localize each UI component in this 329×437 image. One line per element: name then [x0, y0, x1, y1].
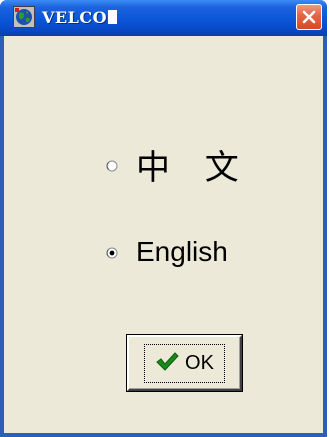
ok-button-focus: OK	[144, 343, 225, 383]
radio-label-chinese: 中 文	[136, 148, 251, 188]
close-icon	[302, 10, 316, 24]
close-button[interactable]	[296, 4, 322, 30]
radio-button-chinese[interactable]	[106, 159, 118, 171]
language-dialog: VELCO 中 文 English OK	[0, 0, 327, 437]
window-title: VELCO	[42, 8, 118, 27]
checkmark-icon	[155, 351, 179, 376]
radio-selected-dot	[109, 250, 115, 256]
title-bar[interactable]: VELCO	[0, 0, 327, 36]
ok-button[interactable]: OK	[127, 335, 242, 391]
ok-label: OK	[185, 351, 214, 374]
radio-option-english[interactable]: English	[106, 236, 228, 268]
globe-icon	[13, 6, 35, 28]
radio-label-english: English	[136, 236, 228, 267]
radio-button-english[interactable]	[106, 246, 118, 259]
radio-option-chinese[interactable]: 中 文	[106, 140, 251, 189]
